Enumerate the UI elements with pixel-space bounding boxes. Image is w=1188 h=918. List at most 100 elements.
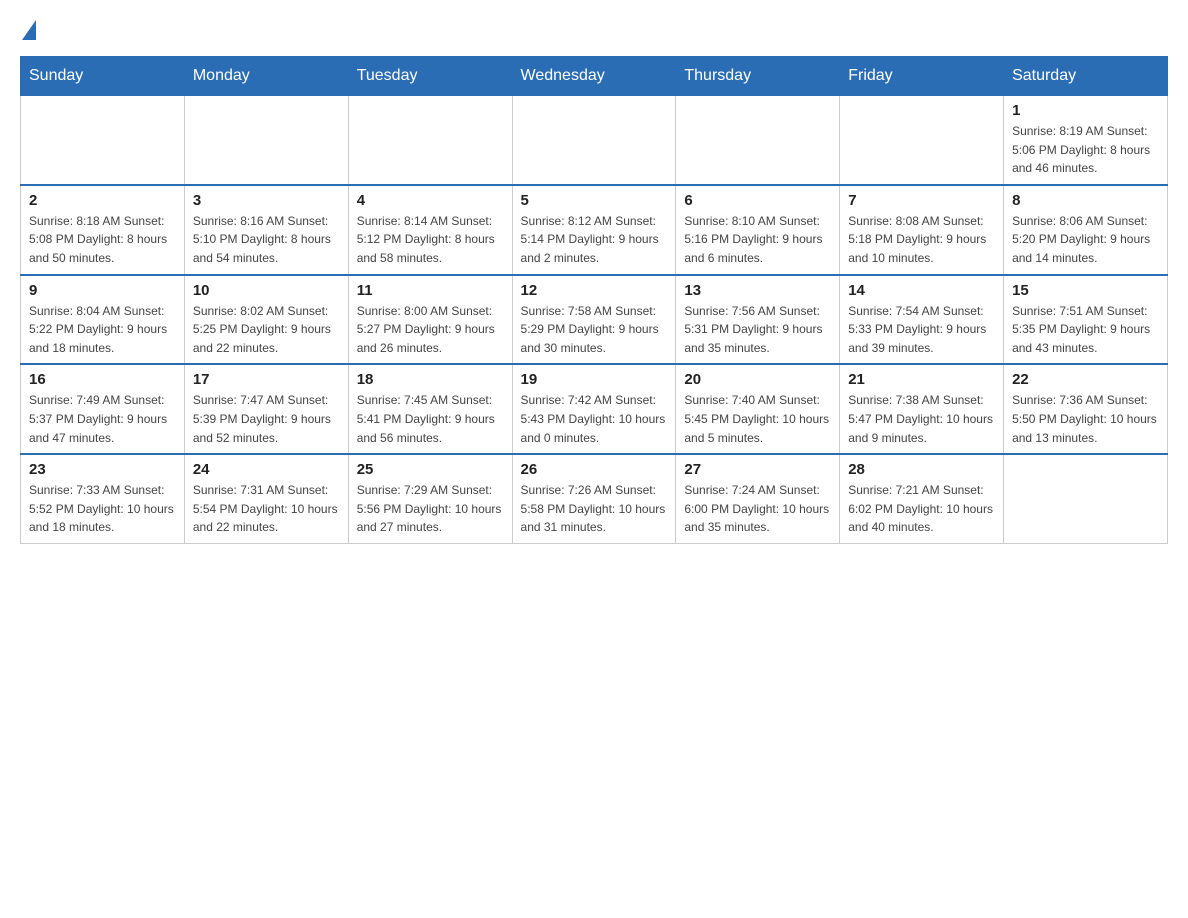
day-info: Sunrise: 8:16 AM Sunset: 5:10 PM Dayligh… [193,212,340,268]
calendar-day-cell: 16 Sunrise: 7:49 AM Sunset: 5:37 PM Dayli… [21,364,185,454]
calendar-day-cell: 28Sunrise: 7:21 AM Sunset: 6:02 PM Dayli… [840,454,1004,543]
day-info: Sunrise: 7:54 AM Sunset: 5:33 PM Dayligh… [848,302,995,358]
day-number: 17 [193,371,340,388]
day-info: Sunrise: 7:33 AM Sunset: 5:52 PM Dayligh… [29,481,176,537]
page-header [20,20,1168,40]
day-info: Sunrise: 7:31 AM Sunset: 5:54 PM Dayligh… [193,481,340,537]
day-info: Sunrise: 8:18 AM Sunset: 5:08 PM Dayligh… [29,212,176,268]
calendar-day-header: Tuesday [348,57,512,96]
calendar-day-cell: 19Sunrise: 7:42 AM Sunset: 5:43 PM Dayli… [512,364,676,454]
calendar-day-cell: 25 Sunrise: 7:29 AM Sunset: 5:56 PM Dayli… [348,454,512,543]
day-number: 10 [193,282,340,299]
day-info: Sunrise: 7:21 AM Sunset: 6:02 PM Dayligh… [848,481,995,537]
day-number: 14 [848,282,995,299]
calendar-day-cell: 20Sunrise: 7:40 AM Sunset: 5:45 PM Dayli… [676,364,840,454]
calendar-day-cell: 4Sunrise: 8:14 AM Sunset: 5:12 PM Daylig… [348,185,512,275]
calendar-day-cell [840,96,1004,185]
calendar-day-header: Saturday [1004,57,1168,96]
day-number: 24 [193,461,340,478]
calendar-day-cell: 11Sunrise: 8:00 AM Sunset: 5:27 PM Dayli… [348,275,512,365]
day-number: 11 [357,282,504,299]
day-number: 3 [193,192,340,209]
calendar-day-cell: 2 Sunrise: 8:18 AM Sunset: 5:08 PM Daylig… [21,185,185,275]
calendar-day-cell: 5 Sunrise: 8:12 AM Sunset: 5:14 PM Daylig… [512,185,676,275]
calendar-day-header: Thursday [676,57,840,96]
calendar-week-row: 23 Sunrise: 7:33 AM Sunset: 5:52 PM Dayli… [21,454,1168,543]
day-number: 5 [521,192,668,209]
day-info: Sunrise: 7:49 AM Sunset: 5:37 PM Dayligh… [29,391,176,447]
day-info: Sunrise: 8:19 AM Sunset: 5:06 PM Dayligh… [1012,122,1159,178]
day-info: Sunrise: 7:40 AM Sunset: 5:45 PM Dayligh… [684,391,831,447]
calendar-day-cell: 7 Sunrise: 8:08 AM Sunset: 5:18 PM Daylig… [840,185,1004,275]
calendar-day-cell: 14 Sunrise: 7:54 AM Sunset: 5:33 PM Dayli… [840,275,1004,365]
day-info: Sunrise: 7:42 AM Sunset: 5:43 PM Dayligh… [521,391,668,447]
calendar-day-header: Wednesday [512,57,676,96]
day-info: Sunrise: 7:26 AM Sunset: 5:58 PM Dayligh… [521,481,668,537]
day-number: 25 [357,461,504,478]
calendar-day-header: Sunday [21,57,185,96]
calendar-day-cell: 1 Sunrise: 8:19 AM Sunset: 5:06 PM Daylig… [1004,96,1168,185]
calendar-day-cell: 22Sunrise: 7:36 AM Sunset: 5:50 PM Dayli… [1004,364,1168,454]
day-info: Sunrise: 8:08 AM Sunset: 5:18 PM Dayligh… [848,212,995,268]
day-info: Sunrise: 7:58 AM Sunset: 5:29 PM Dayligh… [521,302,668,358]
calendar-header-row: SundayMondayTuesdayWednesdayThursdayFrid… [21,57,1168,96]
calendar-day-cell [348,96,512,185]
calendar-day-header: Friday [840,57,1004,96]
day-number: 22 [1012,371,1159,388]
day-number: 16 [29,371,176,388]
calendar-day-header: Monday [184,57,348,96]
calendar-day-cell [1004,454,1168,543]
day-number: 27 [684,461,831,478]
day-number: 8 [1012,192,1159,209]
calendar-day-cell: 23 Sunrise: 7:33 AM Sunset: 5:52 PM Dayli… [21,454,185,543]
calendar-day-cell: 12 Sunrise: 7:58 AM Sunset: 5:29 PM Dayli… [512,275,676,365]
day-info: Sunrise: 7:51 AM Sunset: 5:35 PM Dayligh… [1012,302,1159,358]
day-number: 15 [1012,282,1159,299]
calendar-week-row: 2 Sunrise: 8:18 AM Sunset: 5:08 PM Daylig… [21,185,1168,275]
day-info: Sunrise: 8:02 AM Sunset: 5:25 PM Dayligh… [193,302,340,358]
calendar-day-cell: 13 Sunrise: 7:56 AM Sunset: 5:31 PM Dayli… [676,275,840,365]
logo-triangle-icon [22,20,36,40]
day-number: 1 [1012,102,1159,119]
day-number: 7 [848,192,995,209]
calendar-day-cell: 24 Sunrise: 7:31 AM Sunset: 5:54 PM Dayli… [184,454,348,543]
calendar-day-cell [21,96,185,185]
calendar-day-cell: 18 Sunrise: 7:45 AM Sunset: 5:41 PM Dayli… [348,364,512,454]
day-info: Sunrise: 7:47 AM Sunset: 5:39 PM Dayligh… [193,391,340,447]
day-info: Sunrise: 8:10 AM Sunset: 5:16 PM Dayligh… [684,212,831,268]
calendar-day-cell: 17 Sunrise: 7:47 AM Sunset: 5:39 PM Dayli… [184,364,348,454]
day-number: 13 [684,282,831,299]
day-info: Sunrise: 7:38 AM Sunset: 5:47 PM Dayligh… [848,391,995,447]
calendar-day-cell: 10 Sunrise: 8:02 AM Sunset: 5:25 PM Dayli… [184,275,348,365]
calendar-day-cell: 21 Sunrise: 7:38 AM Sunset: 5:47 PM Dayli… [840,364,1004,454]
day-info: Sunrise: 8:06 AM Sunset: 5:20 PM Dayligh… [1012,212,1159,268]
day-number: 6 [684,192,831,209]
day-number: 4 [357,192,504,209]
day-number: 23 [29,461,176,478]
calendar-day-cell [184,96,348,185]
calendar-week-row: 16 Sunrise: 7:49 AM Sunset: 5:37 PM Dayli… [21,364,1168,454]
day-number: 9 [29,282,176,299]
calendar-day-cell: 8 Sunrise: 8:06 AM Sunset: 5:20 PM Daylig… [1004,185,1168,275]
calendar-table: SundayMondayTuesdayWednesdayThursdayFrid… [20,56,1168,544]
day-info: Sunrise: 7:24 AM Sunset: 6:00 PM Dayligh… [684,481,831,537]
day-info: Sunrise: 7:29 AM Sunset: 5:56 PM Dayligh… [357,481,504,537]
calendar-day-cell: 9Sunrise: 8:04 AM Sunset: 5:22 PM Daylig… [21,275,185,365]
calendar-day-cell [676,96,840,185]
calendar-day-cell: 27 Sunrise: 7:24 AM Sunset: 6:00 PM Dayli… [676,454,840,543]
day-number: 18 [357,371,504,388]
day-number: 2 [29,192,176,209]
logo [20,20,38,40]
calendar-day-cell: 3 Sunrise: 8:16 AM Sunset: 5:10 PM Daylig… [184,185,348,275]
day-info: Sunrise: 8:12 AM Sunset: 5:14 PM Dayligh… [521,212,668,268]
calendar-day-cell [512,96,676,185]
day-number: 12 [521,282,668,299]
calendar-week-row: 1 Sunrise: 8:19 AM Sunset: 5:06 PM Daylig… [21,96,1168,185]
day-info: Sunrise: 7:45 AM Sunset: 5:41 PM Dayligh… [357,391,504,447]
calendar-day-cell: 15 Sunrise: 7:51 AM Sunset: 5:35 PM Dayli… [1004,275,1168,365]
day-info: Sunrise: 7:56 AM Sunset: 5:31 PM Dayligh… [684,302,831,358]
calendar-day-cell: 26 Sunrise: 7:26 AM Sunset: 5:58 PM Dayli… [512,454,676,543]
calendar-week-row: 9Sunrise: 8:04 AM Sunset: 5:22 PM Daylig… [21,275,1168,365]
day-number: 26 [521,461,668,478]
day-number: 21 [848,371,995,388]
